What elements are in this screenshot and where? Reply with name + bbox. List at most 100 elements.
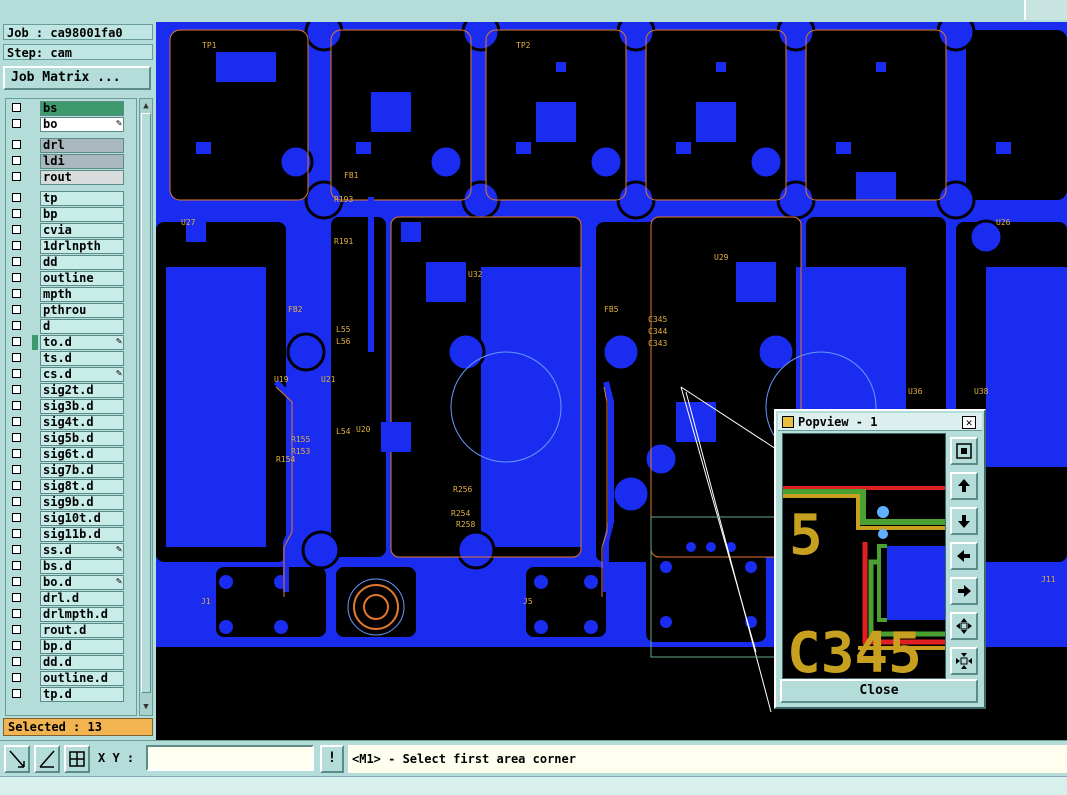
layer-checkbox[interactable] [12,545,21,554]
layer-name[interactable]: sig10t.d [40,511,124,526]
layer-checkbox[interactable] [12,193,21,202]
pan-left-icon[interactable] [950,542,978,570]
layer-name[interactable]: tp.d [40,687,124,702]
layer-checkbox[interactable] [12,577,21,586]
layer-checkbox[interactable] [12,561,21,570]
layer-row[interactable]: sig7b.d [6,463,136,478]
layer-name[interactable]: sig8t.d [40,479,124,494]
layer-name[interactable]: rout.d [40,623,124,638]
layer-name[interactable]: bs [40,101,124,116]
popview-title-bar[interactable]: Popview - 1 ✕ [778,413,982,431]
layer-checkbox[interactable] [12,172,21,181]
window-controls[interactable] [1024,0,1067,20]
zoom-in-icon[interactable] [950,612,978,640]
measure-icon[interactable] [34,745,60,773]
layer-name[interactable]: ss.d [40,543,124,558]
layer-row[interactable]: bs.d [6,559,136,574]
layer-row[interactable]: sig10t.d [6,511,136,526]
layer-row[interactable]: tp [6,191,136,206]
layer-checkbox[interactable] [12,156,21,165]
layer-row[interactable]: sig9b.d [6,495,136,510]
layer-name[interactable]: tp [40,191,124,206]
layer-name[interactable]: sig4t.d [40,415,124,430]
close-icon[interactable]: ✕ [962,416,976,429]
layer-checkbox[interactable] [12,140,21,149]
layer-row[interactable]: rout.d [6,623,136,638]
layer-name[interactable]: mpth [40,287,124,302]
scroll-up-arrow-icon[interactable]: ▲ [141,100,151,112]
layer-row[interactable]: d [6,319,136,334]
layer-name[interactable]: bo.d [40,575,124,590]
layer-row[interactable]: sig11b.d [6,527,136,542]
zoom-fit-icon[interactable] [950,437,978,465]
layer-row[interactable]: drlmpth.d [6,607,136,622]
scroll-down-arrow-icon[interactable]: ▼ [141,701,151,713]
layer-name[interactable]: bp.d [40,639,124,654]
layer-row[interactable]: ss.d ✎ [6,543,136,558]
layer-name[interactable]: bo [40,117,124,132]
layer-checkbox[interactable] [12,417,21,426]
layer-checkbox[interactable] [12,119,21,128]
popview-zoom-view[interactable]: 5 C345 [782,433,946,679]
layer-name[interactable]: drl [40,138,124,153]
layer-checkbox[interactable] [12,257,21,266]
layer-row[interactable]: sig6t.d [6,447,136,462]
layer-checkbox[interactable] [12,449,21,458]
layer-name[interactable]: 1drlnpth [40,239,124,254]
layer-checkbox[interactable] [12,353,21,362]
layer-checkbox[interactable] [12,369,21,378]
layer-name[interactable]: drlmpth.d [40,607,124,622]
layer-row[interactable]: drl.d [6,591,136,606]
layer-row[interactable]: tp.d [6,687,136,702]
layer-checkbox[interactable] [12,273,21,282]
layer-row[interactable]: sig3b.d [6,399,136,414]
layer-name[interactable]: drl.d [40,591,124,606]
pan-right-icon[interactable] [950,577,978,605]
layer-list[interactable]: bs bo ✎ drl ldi rout tp bp cvia 1drlnpth dd outline… [5,98,137,716]
layer-name[interactable]: sig9b.d [40,495,124,510]
layer-checkbox[interactable] [12,209,21,218]
layer-checkbox[interactable] [12,305,21,314]
popview-close-button[interactable]: Close [780,679,978,703]
layer-name[interactable]: pthrou [40,303,124,318]
scroll-thumb[interactable] [141,113,151,693]
layer-row[interactable]: dd [6,255,136,270]
layer-name[interactable]: sig2t.d [40,383,124,398]
layer-row[interactable]: outline.d [6,671,136,686]
layer-row[interactable]: bs [6,101,136,116]
snap-arrow-icon[interactable] [4,745,30,773]
layer-checkbox[interactable] [12,337,21,346]
layer-row[interactable]: to.d ✎ [6,335,136,350]
layer-row[interactable]: rout [6,170,136,185]
layer-row[interactable]: cvia [6,223,136,238]
layer-row[interactable]: sig2t.d [6,383,136,398]
layer-name[interactable]: dd.d [40,655,124,670]
layer-name[interactable]: outline.d [40,671,124,686]
xy-coordinate-input[interactable] [146,745,314,771]
layer-name[interactable]: sig3b.d [40,399,124,414]
layer-name[interactable]: to.d [40,335,124,350]
layer-checkbox[interactable] [12,225,21,234]
layer-name[interactable]: sig7b.d [40,463,124,478]
zoom-out-icon[interactable] [950,647,978,675]
layer-checkbox[interactable] [12,385,21,394]
layer-checkbox[interactable] [12,513,21,522]
layer-checkbox[interactable] [12,465,21,474]
layer-row[interactable]: sig5b.d [6,431,136,446]
layer-row[interactable]: outline [6,271,136,286]
layer-name[interactable]: d [40,319,124,334]
layer-checkbox[interactable] [12,433,21,442]
layer-name[interactable]: dd [40,255,124,270]
layer-checkbox[interactable] [12,641,21,650]
layer-checkbox[interactable] [12,625,21,634]
layer-checkbox[interactable] [12,481,21,490]
job-matrix-button[interactable]: Job Matrix ... [3,66,151,90]
layer-checkbox[interactable] [12,529,21,538]
layer-row[interactable]: drl [6,138,136,153]
layer-row[interactable]: 1drlnpth [6,239,136,254]
pan-up-icon[interactable] [950,472,978,500]
layer-name[interactable]: rout [40,170,124,185]
layer-checkbox[interactable] [12,321,21,330]
layer-checkbox[interactable] [12,673,21,682]
layer-checkbox[interactable] [12,401,21,410]
